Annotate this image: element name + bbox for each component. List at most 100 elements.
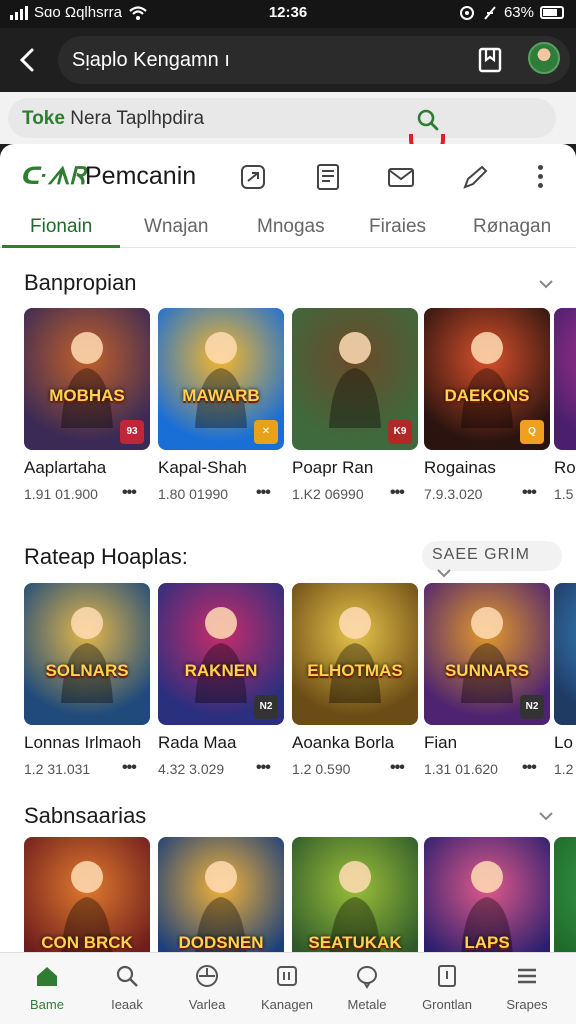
- nav-item-chat[interactable]: Metale: [328, 953, 404, 1024]
- document-icon[interactable]: [313, 162, 343, 192]
- nav-label: Bame: [30, 997, 64, 1012]
- nfc-icon: [484, 5, 496, 20]
- game-thumbnail[interactable]: DODSNEN: [158, 837, 284, 952]
- section-title: Rateap Hoaplas:: [24, 544, 188, 569]
- game-card[interactable]: Lo 1.2: [554, 583, 576, 783]
- rating-badge: N2: [520, 695, 544, 719]
- game-card[interactable]: LAPS VARNHAS: [424, 837, 550, 952]
- tab-3[interactable]: Firaies: [369, 216, 426, 238]
- status-bar: Sɑᴏ Ωqlhsrra 12:36 63%: [0, 0, 576, 28]
- location-icon: [459, 5, 474, 20]
- game-title: Kapal-Shah: [158, 458, 247, 477]
- more-horizontal-icon[interactable]: •••: [256, 484, 271, 502]
- game-count: 1.2 0.590: [292, 761, 351, 777]
- game-title: Aaplartaha: [24, 458, 107, 477]
- see-more-button[interactable]: SAEE GRIM: [422, 541, 562, 578]
- game-card[interactable]: [554, 837, 576, 952]
- game-thumbnail[interactable]: LAPS VARNHAS: [424, 837, 550, 952]
- avatar[interactable]: [528, 42, 560, 74]
- search-input[interactable]: Toke Nera Taplhpdira: [8, 98, 556, 138]
- game-card[interactable]: MAWARB ✕ Kapal-Shah 1.80 01990 •••: [158, 308, 284, 508]
- game-logo: SEATUKAK: [308, 933, 402, 952]
- game-thumbnail[interactable]: MOBHAS 93: [24, 308, 150, 450]
- section-title: Banpropian: [24, 270, 137, 295]
- brand-title: Pemcanin: [85, 162, 197, 190]
- more-horizontal-icon[interactable]: •••: [256, 759, 271, 777]
- address-text: Sᴉaplo Kengamn ı: [72, 49, 230, 71]
- game-title: Rada Maa: [158, 733, 237, 752]
- game-card[interactable]: SEATUKAK: [292, 837, 418, 952]
- search-text: Toke Nera Taplhpdira: [22, 108, 204, 130]
- more-horizontal-icon[interactable]: •••: [390, 484, 405, 502]
- game-count: 1.K2 06990: [292, 486, 364, 502]
- game-count: 1.2 31.031: [24, 761, 91, 777]
- game-card[interactable]: ELHOTMAS Aoanka Borla 1.2 0.590 •••: [292, 583, 418, 783]
- game-thumbnail[interactable]: SOLNARS: [24, 583, 150, 725]
- app-header: Sᴉaplo Kengamn ı: [0, 28, 576, 92]
- share-icon[interactable]: [238, 162, 268, 192]
- brand-row: ᑢᗑᏒ Pemcanin: [0, 144, 576, 208]
- status-right: 63%: [458, 4, 564, 21]
- game-thumbnail[interactable]: [554, 583, 576, 725]
- game-thumbnail[interactable]: [554, 837, 576, 952]
- more-horizontal-icon[interactable]: •••: [390, 759, 405, 777]
- game-card[interactable]: K9 Poapr Ran 1.K2 06990 •••: [292, 308, 418, 508]
- more-horizontal-icon[interactable]: •••: [522, 759, 537, 777]
- tab-4[interactable]: Rønagan: [473, 216, 551, 238]
- game-thumbnail[interactable]: DAEKONS Q: [424, 308, 550, 450]
- chevron-down-icon[interactable]: [536, 806, 556, 826]
- game-card[interactable]: CON BRCK: [24, 837, 150, 952]
- nav-item-home[interactable]: Bame: [8, 953, 84, 1024]
- pen-icon[interactable]: [460, 162, 490, 192]
- character-icon: [554, 308, 576, 450]
- rating-badge: N2: [254, 695, 278, 719]
- game-thumbnail[interactable]: SUNNARS N2: [424, 583, 550, 725]
- character-icon: [61, 607, 113, 703]
- chevron-down-icon[interactable]: [536, 274, 556, 294]
- game-card[interactable]: SUNNARS N2 Fian 1.31 01.620 •••: [424, 583, 550, 783]
- game-count: 4.32 3.029: [158, 761, 225, 777]
- game-count: 1.91 01.900: [24, 486, 98, 502]
- nav-item-library[interactable]: Kanagen: [248, 953, 324, 1024]
- game-count: 7.9.3.020: [424, 486, 483, 502]
- tab-1[interactable]: Wnajan: [144, 216, 208, 238]
- game-card[interactable]: G Ro 1.5: [554, 308, 576, 508]
- bookmark-icon[interactable]: [476, 46, 504, 74]
- more-vertical-icon[interactable]: [530, 162, 550, 192]
- game-thumbnail[interactable]: MAWARB ✕: [158, 308, 284, 450]
- game-thumbnail[interactable]: CON BRCK: [24, 837, 150, 952]
- rating-badge: K9: [388, 420, 412, 444]
- address-field[interactable]: Sᴉaplo Kengamn ı: [58, 36, 570, 84]
- back-arrow-icon[interactable]: [12, 42, 44, 78]
- tab-2[interactable]: Mnogas: [257, 216, 325, 238]
- chat-icon: [357, 966, 377, 989]
- nav-item-menu[interactable]: Srapes: [488, 953, 564, 1024]
- search-brand: Toke: [22, 108, 65, 129]
- game-thumbnail[interactable]: ELHOTMAS: [292, 583, 418, 725]
- game-card[interactable]: SOLNARS Lonnas Irlmaoh 1.2 31.031 •••: [24, 583, 150, 783]
- search-icon[interactable]: [416, 108, 440, 132]
- nav-item-tablet[interactable]: Grontlan: [408, 953, 484, 1024]
- game-card[interactable]: RAKNEN N2 Rada Maa 4.32 3.029 •••: [158, 583, 284, 783]
- more-horizontal-icon[interactable]: •••: [522, 484, 537, 502]
- nav-item-compass[interactable]: Varlea: [168, 953, 244, 1024]
- character-icon: [554, 583, 576, 725]
- game-card[interactable]: DODSNEN: [158, 837, 284, 952]
- game-card[interactable]: MOBHAS 93 Aaplartaha 1.91 01.900 •••: [24, 308, 150, 508]
- game-thumbnail[interactable]: G: [554, 308, 576, 450]
- game-card[interactable]: DAEKONS Q Rogainas 7.9.3.020 •••: [424, 308, 550, 508]
- nav-label: Varlea: [188, 997, 226, 1012]
- game-thumbnail[interactable]: K9: [292, 308, 418, 450]
- library-icon: [277, 966, 297, 986]
- game-thumbnail[interactable]: RAKNEN N2: [158, 583, 284, 725]
- more-horizontal-icon[interactable]: •••: [122, 759, 137, 777]
- nav-item-search[interactable]: Ieaak: [88, 953, 164, 1024]
- nav-label: Metale: [347, 997, 387, 1012]
- tab-0[interactable]: Fionain: [30, 216, 92, 238]
- nav-label: Grontlan: [422, 997, 472, 1012]
- bottom-nav: Bame Ieaak Varlea Kanagen Metale Grontlan Srap…: [0, 952, 576, 1024]
- more-horizontal-icon[interactable]: •••: [122, 484, 137, 502]
- game-thumbnail[interactable]: SEATUKAK: [292, 837, 418, 952]
- mail-icon[interactable]: [386, 162, 416, 192]
- compass-icon: [196, 965, 218, 987]
